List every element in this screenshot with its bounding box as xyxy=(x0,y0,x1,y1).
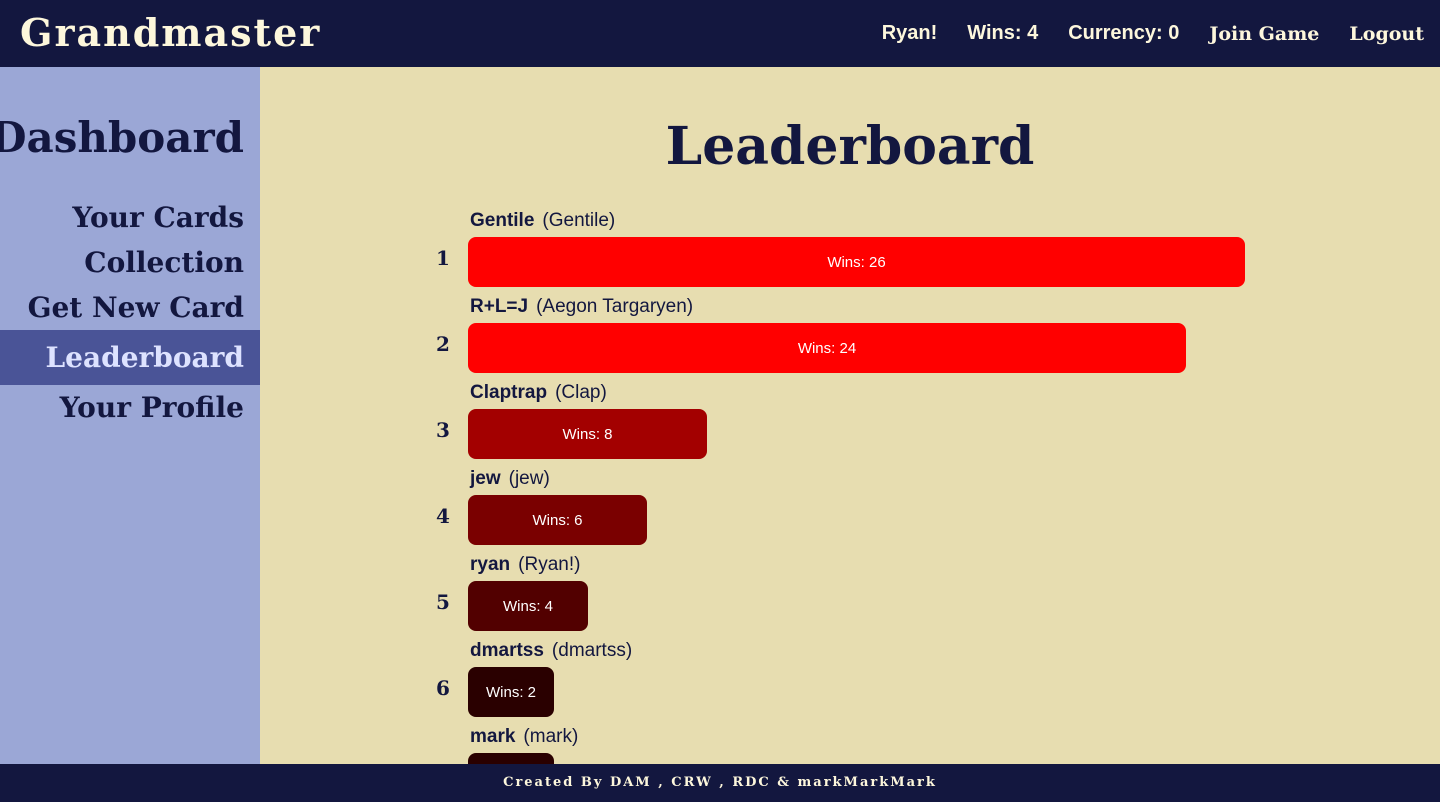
rank-number: 2 xyxy=(436,332,450,356)
brand-logo[interactable]: Grandmaster xyxy=(20,10,321,55)
player-display-name: (Ryan!) xyxy=(518,554,581,575)
player-username: Gentile xyxy=(470,210,535,231)
player-name: Claptrap (Clap) xyxy=(470,382,607,404)
sidebar-menu: Your Cards Collection Get New Card Leade… xyxy=(0,195,260,430)
player-name: ryan (Ryan!) xyxy=(470,554,580,576)
rank-number: 5 xyxy=(436,590,450,614)
sidebar: Dashboard Your Cards Collection Get New … xyxy=(0,67,260,764)
currency-count: Currency: 0 xyxy=(1068,22,1180,44)
player-username: ryan xyxy=(470,554,511,575)
wins-bar: Wins: 24 xyxy=(468,323,1186,373)
rank-number: 4 xyxy=(436,504,450,528)
player-username: dmartss xyxy=(470,640,544,661)
player-display-name: (Aegon Targaryen) xyxy=(536,296,694,317)
wins-bar: Wins: 2 xyxy=(468,667,554,717)
player-username: R+L=J xyxy=(470,296,529,317)
player-display-name: (dmartss) xyxy=(551,640,633,661)
sidebar-item-your-profile[interactable]: Your Profile xyxy=(0,385,260,430)
sidebar-item-collection[interactable]: Collection xyxy=(0,240,260,285)
header-nav: Ryan! Wins: 4 Currency: 0 Join Game Logo… xyxy=(882,0,1424,67)
wins-count: Wins: 4 xyxy=(967,22,1039,44)
wins-bar: Wins: 4 xyxy=(468,581,588,631)
top-nav-bar: Grandmaster Ryan! Wins: 4 Currency: 0 Jo… xyxy=(0,0,1440,67)
player-display-name: (Gentile) xyxy=(542,210,616,231)
sidebar-item-get-new-card[interactable]: Get New Card xyxy=(0,285,260,330)
wins-bar: Wins: 26 xyxy=(468,237,1245,287)
player-name: mark (mark) xyxy=(470,726,578,748)
sidebar-item-your-cards[interactable]: Your Cards xyxy=(0,195,260,240)
join-game-link[interactable]: Join Game xyxy=(1209,23,1319,45)
sidebar-title[interactable]: Dashboard xyxy=(0,113,244,162)
rank-number: 3 xyxy=(436,418,450,442)
wins-bar: Wins: 6 xyxy=(468,495,647,545)
page-title: Leaderboard xyxy=(665,116,1035,177)
rank-number: 6 xyxy=(436,676,450,700)
user-name: Ryan! xyxy=(881,22,938,44)
rank-number: 1 xyxy=(436,246,450,270)
wins-bar: Wins: 8 xyxy=(468,409,707,459)
footer-credits: Created By DAM , CRW , RDC & markMarkMar… xyxy=(0,764,1440,802)
player-display-name: (mark) xyxy=(523,726,579,747)
logout-link[interactable]: Logout xyxy=(1349,23,1424,45)
player-username: mark xyxy=(470,726,516,747)
player-username: jew xyxy=(470,468,501,489)
player-display-name: (Clap) xyxy=(555,382,607,403)
player-name: R+L=J (Aegon Targaryen) xyxy=(470,296,693,318)
player-name: Gentile (Gentile) xyxy=(470,210,615,232)
sidebar-item-leaderboard[interactable]: Leaderboard xyxy=(0,330,260,385)
player-name: dmartss (dmartss) xyxy=(470,640,632,662)
player-name: jew (jew) xyxy=(470,468,550,490)
player-username: Claptrap xyxy=(470,382,548,403)
player-display-name: (jew) xyxy=(508,468,550,489)
